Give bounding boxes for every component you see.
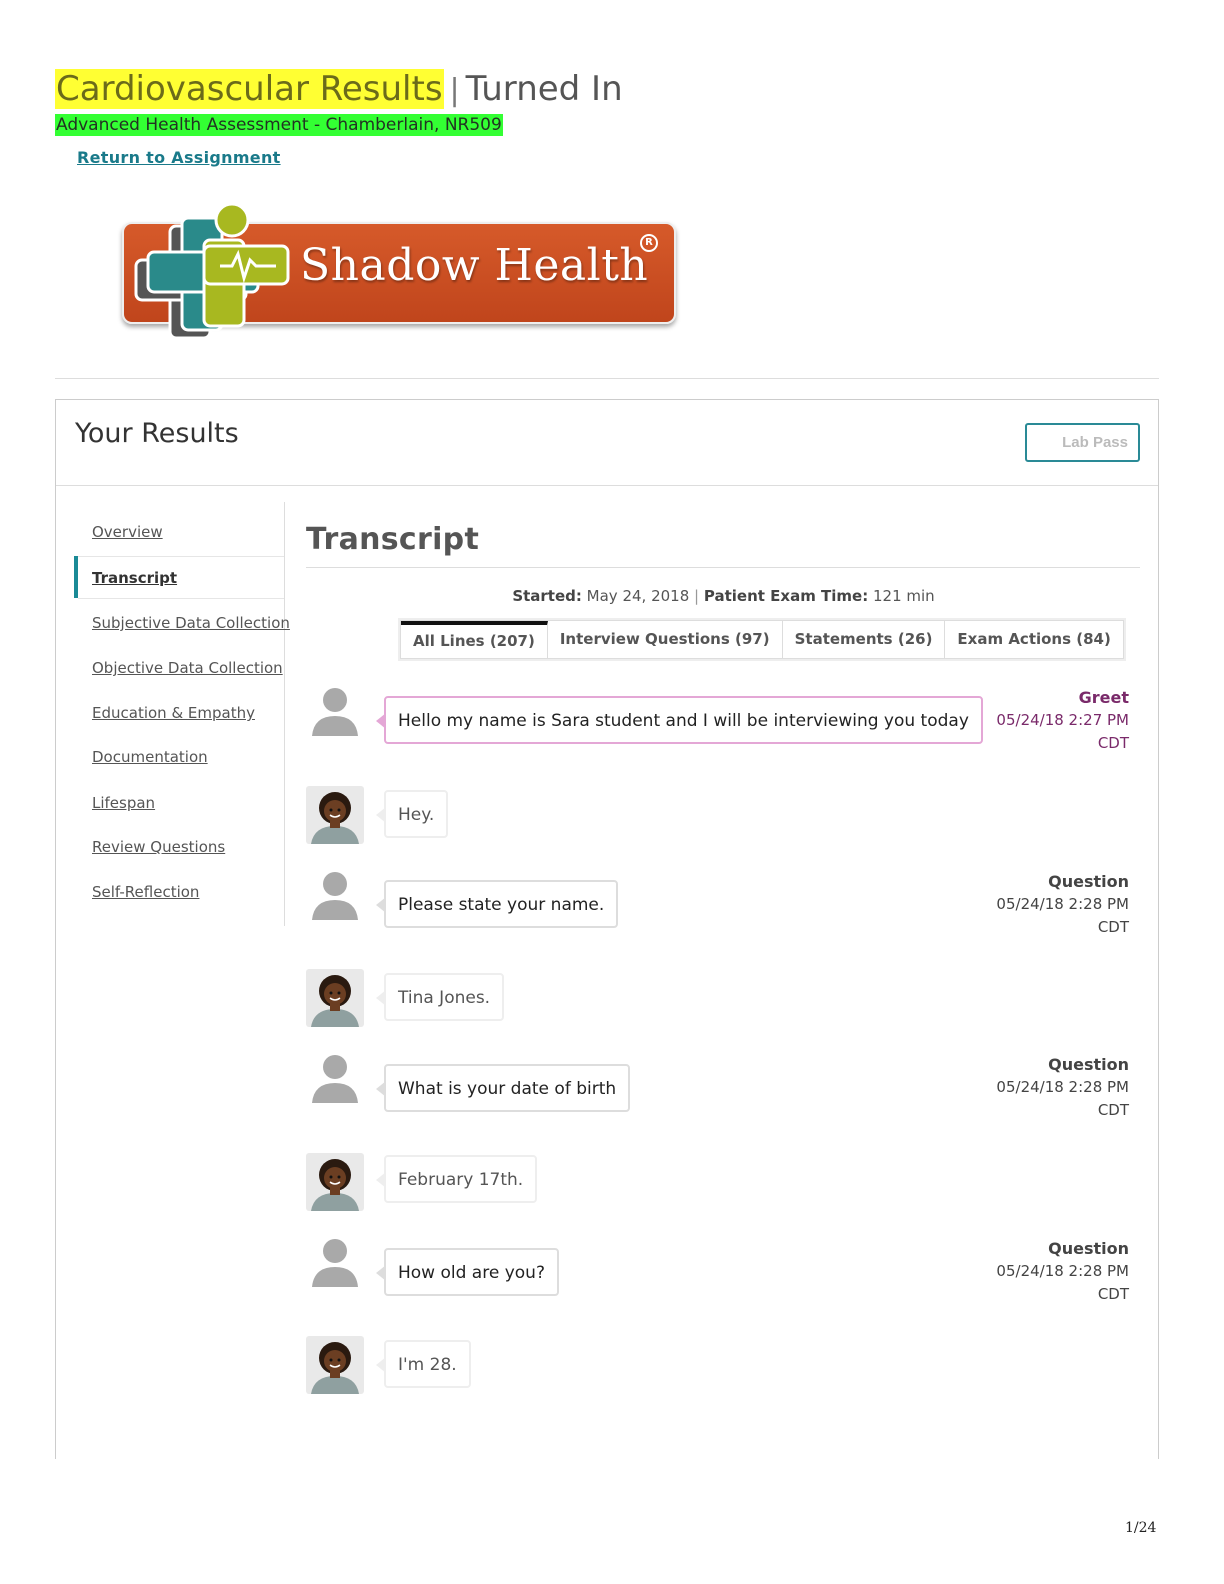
message-bubble: Tina Jones. bbox=[375, 973, 505, 1021]
sidebar-item-subjective-data-collection[interactable]: Subjective Data Collection bbox=[92, 614, 290, 632]
message-kind: Question bbox=[1048, 1055, 1129, 1074]
message-kind: Question bbox=[1048, 1239, 1129, 1258]
page-header: Cardiovascular Results | Turned In Advance… bbox=[55, 68, 623, 136]
message-bubble: How old are you? bbox=[376, 1248, 559, 1296]
sidebar-item-review-questions[interactable]: Review Questions bbox=[92, 838, 225, 856]
sidebar-item-overview[interactable]: Overview bbox=[92, 523, 163, 541]
message-bubble: Hey. bbox=[375, 790, 449, 838]
tab-interview-questions[interactable]: Interview Questions (97) bbox=[548, 621, 783, 658]
shadow-health-logo: Shadow Health R bbox=[118, 196, 680, 346]
message-timezone: CDT bbox=[1097, 1285, 1129, 1303]
student-avatar-icon bbox=[306, 680, 364, 738]
message-stamp: Question 05/24/18 2:28 PM CDT bbox=[996, 870, 1129, 939]
title-separator: | bbox=[449, 73, 460, 108]
lab-pass-button[interactable]: Lab Pass bbox=[1025, 423, 1140, 462]
tab-all-lines[interactable]: All Lines (207) bbox=[401, 621, 548, 658]
title-main: Cardiovascular Results bbox=[55, 69, 444, 109]
results-panel: Your Results Lab Pass Overview Transcrip… bbox=[55, 399, 1159, 1459]
started-value: May 24, 2018 bbox=[586, 587, 690, 605]
message-date: 05/24/18 2:28 PM bbox=[996, 1078, 1129, 1096]
message-date: 05/24/18 2:27 PM bbox=[996, 711, 1129, 729]
student-avatar-icon bbox=[306, 1231, 364, 1289]
message-stamp: Question 05/24/18 2:28 PM CDT bbox=[996, 1237, 1129, 1306]
meta-separator: | bbox=[694, 587, 700, 605]
message-timezone: CDT bbox=[1097, 918, 1129, 936]
active-indicator bbox=[74, 556, 78, 598]
patient-avatar-icon bbox=[306, 1153, 364, 1211]
message-timezone: CDT bbox=[1097, 734, 1129, 752]
patient-avatar-icon bbox=[306, 1336, 364, 1394]
patient-avatar-icon bbox=[306, 786, 364, 844]
message-bubble: Please state your name. bbox=[375, 880, 619, 928]
message-bubble: I'm 28. bbox=[376, 1340, 471, 1388]
message-bubble: Hello my name is Sara student and I will… bbox=[376, 696, 983, 744]
page-number: 1/24 bbox=[1125, 1520, 1157, 1536]
started-label: Started: bbox=[512, 587, 582, 605]
sidebar-item-lifespan[interactable]: Lifespan bbox=[92, 794, 155, 812]
sidebar-item-documentation[interactable]: Documentation bbox=[92, 748, 208, 766]
message-kind: Greet bbox=[1078, 688, 1129, 707]
transcript-title: Transcript bbox=[306, 522, 480, 557]
panel-title: Your Results bbox=[75, 418, 239, 449]
message-stamp: Greet 05/24/18 2:27 PM CDT bbox=[996, 686, 1129, 755]
message-bubble: What is your date of birth bbox=[375, 1064, 631, 1112]
message-kind: Question bbox=[1048, 872, 1129, 891]
tab-exam-actions[interactable]: Exam Actions (84) bbox=[945, 621, 1122, 658]
return-to-assignment-link[interactable]: Return to Assignment bbox=[77, 148, 281, 167]
course-subtitle: Advanced Health Assessment - Chamberlain… bbox=[55, 114, 503, 136]
exam-time-value: 121 min bbox=[873, 587, 935, 605]
transcript-meta: Started: May 24, 2018 | Patient Exam Tim… bbox=[306, 587, 1141, 605]
sidebar-item-self-reflection[interactable]: Self-Reflection bbox=[92, 883, 199, 901]
message-bubble: February 17th. bbox=[375, 1155, 538, 1203]
title-status: Turned In bbox=[465, 69, 623, 109]
exam-time-label: Patient Exam Time: bbox=[703, 587, 869, 605]
transcript-filter-tabs: All Lines (207) Interview Questions (97)… bbox=[400, 620, 1124, 659]
sidebar-item-transcript[interactable]: Transcript bbox=[92, 569, 177, 587]
message-stamp: Question 05/24/18 2:28 PM CDT bbox=[996, 1053, 1129, 1122]
medical-cross-icon bbox=[134, 202, 290, 340]
message-date: 05/24/18 2:28 PM bbox=[996, 1262, 1129, 1280]
patient-avatar-icon bbox=[306, 969, 364, 1027]
title-rule bbox=[306, 567, 1140, 568]
transcript-main: Transcript Started: May 24, 2018 | Patie… bbox=[306, 502, 1141, 1394]
sidebar-item-education-empathy[interactable]: Education & Empathy bbox=[92, 704, 255, 722]
sidebar-divider bbox=[78, 556, 284, 557]
registered-icon: R bbox=[640, 234, 658, 252]
message-date: 05/24/18 2:28 PM bbox=[996, 895, 1129, 913]
results-sidebar: Overview Transcript Subjective Data Coll… bbox=[74, 502, 290, 926]
page-title: Cardiovascular Results | Turned In bbox=[55, 68, 623, 112]
panel-header: Your Results Lab Pass bbox=[56, 400, 1158, 486]
tab-statements[interactable]: Statements (26) bbox=[783, 621, 946, 658]
student-avatar-icon bbox=[306, 864, 364, 922]
sidebar-item-objective-data-collection[interactable]: Objective Data Collection bbox=[92, 659, 283, 677]
header-divider bbox=[55, 378, 1159, 379]
student-avatar-icon bbox=[306, 1047, 364, 1105]
sidebar-divider bbox=[78, 598, 284, 599]
logo-text: Shadow Health bbox=[300, 240, 649, 291]
message-timezone: CDT bbox=[1097, 1101, 1129, 1119]
